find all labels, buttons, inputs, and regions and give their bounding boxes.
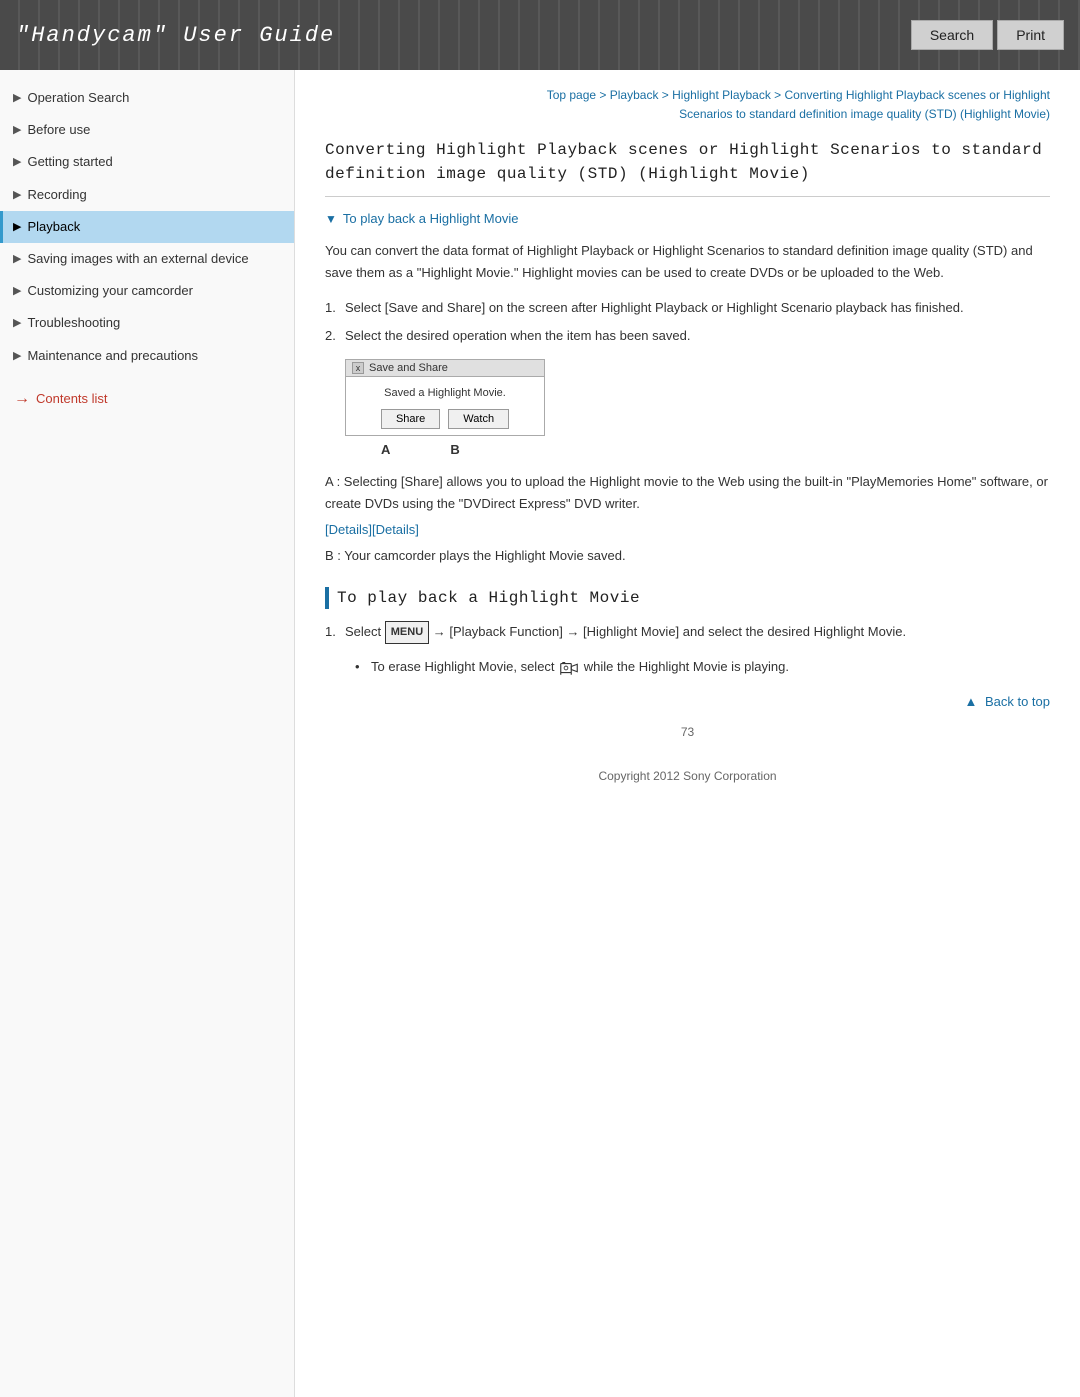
steps-list: Select [Save and Share] on the screen af… (325, 297, 1050, 347)
step-1: Select [Save and Share] on the screen af… (325, 297, 1050, 319)
sidebar-item-before-use[interactable]: ▶ Before use (0, 114, 294, 146)
print-button[interactable]: Print (997, 20, 1064, 50)
details-links: [Details][Details] (325, 519, 1050, 541)
ab-labels: A B (381, 442, 1050, 457)
arrow-icon: ▶ (13, 188, 21, 203)
sidebar-item-label: Maintenance and precautions (27, 347, 198, 365)
screenshot-dialog: x Save and Share Saved a Highlight Movie… (345, 359, 545, 436)
arrow-icon: ▶ (13, 91, 21, 106)
sidebar-item-label: Playback (27, 218, 80, 236)
body-text-1: You can convert the data format of Highl… (325, 240, 1050, 284)
sidebar-item-label: Operation Search (27, 89, 129, 107)
close-button[interactable]: x (352, 362, 364, 374)
up-arrow-icon: ▲ (964, 694, 977, 709)
arrow-icon: ▶ (13, 349, 21, 364)
sidebar-item-maintenance[interactable]: ▶ Maintenance and precautions (0, 340, 294, 372)
screenshot-buttons: Share Watch (356, 409, 534, 429)
sidebar-item-customizing[interactable]: ▶ Customizing your camcorder (0, 275, 294, 307)
step2-1-prefix: Select (345, 624, 381, 639)
main-content: Top page > Playback > Highlight Playback… (295, 70, 1080, 1397)
arrow-icon: ▶ (13, 123, 21, 138)
screenshot-title: Save and Share (369, 362, 448, 374)
step2-1-mid: → [Playback Function] → [Highlight Movie… (433, 624, 906, 639)
arrow-icon: ▶ (13, 155, 21, 170)
step-1-text: Select [Save and Share] on the screen af… (345, 300, 964, 315)
sidebar-item-playback[interactable]: ▶ Playback (0, 211, 294, 243)
layout: ▶ Operation Search ▶ Before use ▶ Gettin… (0, 70, 1080, 1397)
triangle-icon: ▼ (325, 212, 337, 226)
breadcrumb: Top page > Playback > Highlight Playback… (325, 86, 1050, 124)
sidebar-item-getting-started[interactable]: ▶ Getting started (0, 146, 294, 178)
share-button[interactable]: Share (381, 409, 440, 429)
sidebar: ▶ Operation Search ▶ Before use ▶ Gettin… (0, 70, 295, 1397)
section-link-text[interactable]: To play back a Highlight Movie (343, 211, 519, 226)
sidebar-item-label: Recording (27, 186, 86, 204)
section2-title: To play back a Highlight Movie (337, 589, 640, 607)
bullet-list: To erase Highlight Movie, select while t… (355, 656, 1050, 678)
sidebar-item-troubleshooting[interactable]: ▶ Troubleshooting (0, 307, 294, 339)
arrow-right-icon: → (14, 390, 30, 408)
step-2: Select the desired operation when the it… (325, 325, 1050, 347)
blue-bar-icon (325, 587, 329, 609)
sidebar-item-label: Getting started (27, 153, 112, 171)
note-b: B : Your camcorder plays the Highlight M… (325, 545, 1050, 567)
screenshot-message: Saved a Highlight Movie. (356, 387, 534, 399)
sidebar-item-label: Customizing your camcorder (27, 282, 192, 300)
label-b: B (450, 442, 459, 457)
app-title: "Handycam" User Guide (16, 23, 335, 48)
step-2-text: Select the desired operation when the it… (345, 328, 690, 343)
bullet-prefix: To erase Highlight Movie, select (371, 659, 555, 674)
back-to-top[interactable]: ▲ Back to top (325, 694, 1050, 709)
arrow-icon: ▶ (13, 316, 21, 331)
sidebar-item-saving-images[interactable]: ▶ Saving images with an external device (0, 243, 294, 275)
watch-button[interactable]: Watch (448, 409, 509, 429)
details-link[interactable]: [Details][Details] (325, 522, 419, 537)
header: "Handycam" User Guide Search Print (0, 0, 1080, 70)
search-button[interactable]: Search (911, 20, 993, 50)
screenshot-body: Saved a Highlight Movie. Share Watch (346, 377, 544, 435)
bullet-item-1: To erase Highlight Movie, select while t… (355, 656, 1050, 678)
step2-1: Select MENU → [Playback Function] → [Hig… (325, 621, 1050, 644)
breadcrumb-line2: Scenarios to standard definition image q… (679, 107, 1050, 121)
sidebar-item-operation-search[interactable]: ▶ Operation Search (0, 82, 294, 114)
screenshot-titlebar: x Save and Share (346, 360, 544, 377)
contents-list-link[interactable]: → Contents list (0, 380, 294, 418)
note-a: A : Selecting [Share] allows you to uplo… (325, 471, 1050, 515)
sidebar-item-recording[interactable]: ▶ Recording (0, 179, 294, 211)
header-buttons: Search Print (911, 20, 1064, 50)
arrow-icon: ▶ (13, 252, 21, 267)
section-link[interactable]: ▼ To play back a Highlight Movie (325, 211, 1050, 226)
steps-list-2: Select MENU → [Playback Function] → [Hig… (325, 621, 1050, 644)
page-number: 73 (325, 725, 1050, 739)
sidebar-item-label: Troubleshooting (27, 314, 120, 332)
menu-badge: MENU (385, 621, 429, 644)
sidebar-item-label: Before use (27, 121, 90, 139)
page-title: Converting Highlight Playback scenes or … (325, 138, 1050, 197)
sidebar-item-label: Saving images with an external device (27, 250, 248, 268)
copyright: Copyright 2012 Sony Corporation (325, 769, 1050, 803)
camera-icon (560, 661, 578, 675)
bullet-suffix: while the Highlight Movie is playing. (584, 659, 789, 674)
back-to-top-link[interactable]: ▲ Back to top (964, 694, 1050, 709)
breadcrumb-line1: Top page > Playback > Highlight Playback… (547, 88, 1050, 102)
contents-list-label: Contents list (36, 391, 108, 406)
label-a: A (381, 442, 390, 457)
arrow-icon: ▶ (13, 220, 21, 235)
arrow-icon: ▶ (13, 284, 21, 299)
section2-title-bar: To play back a Highlight Movie (325, 587, 1050, 609)
